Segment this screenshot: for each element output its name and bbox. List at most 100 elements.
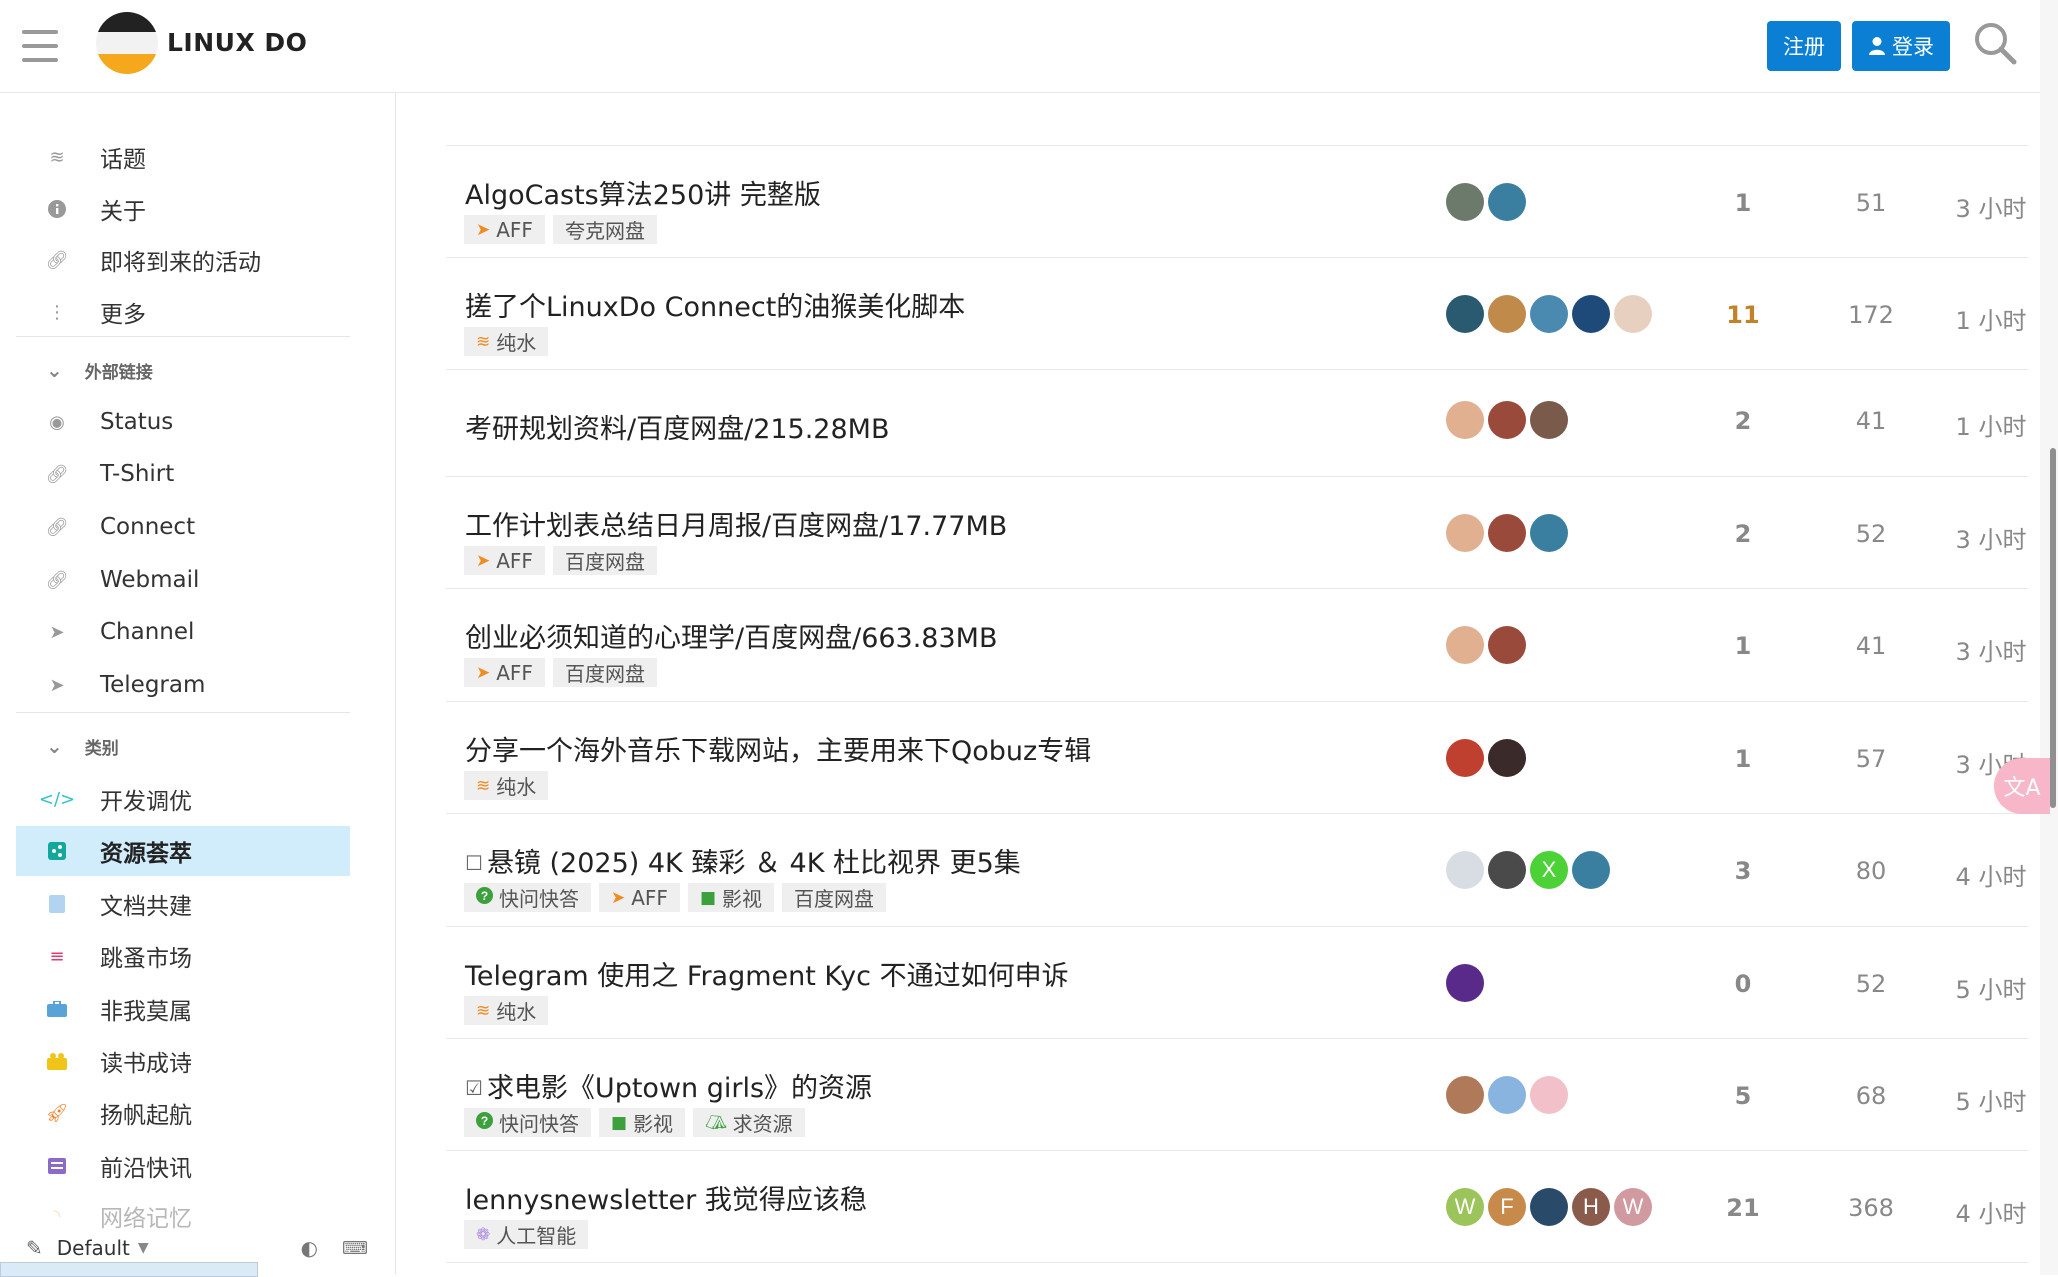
activity-time[interactable]: 4 小时 [1921, 1194, 2058, 1229]
topic-row[interactable]: 搓了个LinuxDo Connect的油猴美化脚本 ≋ 纯水 11 172 1 小时 [446, 257, 2028, 370]
avatar[interactable]: W [1446, 1188, 1484, 1226]
activity-time[interactable]: 3 小时 [1921, 189, 2058, 224]
avatar[interactable] [1488, 851, 1526, 889]
tag[interactable]: ? 快问快答 [464, 883, 591, 912]
sidebar-item-tshirt[interactable]: 🔗︎ T-Shirt [16, 449, 350, 499]
avatar[interactable] [1446, 626, 1484, 664]
sidebar-item-topics[interactable]: ≋ 话题 [16, 132, 350, 182]
site-name[interactable]: LINUX DO [167, 28, 307, 57]
tag[interactable]: ≋ 纯水 [464, 996, 549, 1025]
sidebar-item-events[interactable]: 🔗︎ 即将到来的活动 [16, 235, 350, 285]
topic-title[interactable]: 分享一个海外音乐下载网站，主要用来下Qobuz专辑 [465, 729, 1091, 768]
sidebar-item-jobs[interactable]: 非我莫属 [16, 984, 350, 1034]
login-button[interactable]: 登录 [1852, 21, 1950, 71]
avatar[interactable] [1446, 401, 1484, 439]
sidebar-item-webmail[interactable]: 🔗︎ Webmail [16, 555, 350, 605]
tag[interactable]: ⛺︎ 求资源 [693, 1108, 805, 1137]
search-icon[interactable] [1972, 20, 2018, 66]
sidebar-item-news[interactable]: 前沿快讯 [16, 1141, 350, 1191]
tag[interactable]: ➤ AFF [464, 658, 545, 687]
tag[interactable]: ≋ 纯水 [464, 771, 549, 800]
avatar[interactable] [1446, 295, 1484, 333]
avatar[interactable] [1488, 739, 1526, 777]
topic-row[interactable]: 创业必须知道的心理学/百度网盘/663.83MB ➤ AFF 百度网盘 1 41 3 小时 [446, 588, 2028, 702]
tag[interactable]: 百度网盘 [782, 883, 887, 912]
sidebar-item-reading[interactable]: 读书成诗 [16, 1036, 350, 1086]
avatar[interactable] [1530, 1076, 1568, 1114]
sidebar-item-market[interactable]: ≡ 跳蚤市场 [16, 931, 350, 981]
avatar[interactable] [1530, 514, 1568, 552]
sidebar-item-status[interactable]: ◉ Status [16, 397, 350, 447]
avatar[interactable] [1614, 295, 1652, 333]
topic-title[interactable]: 搓了个LinuxDo Connect的油猴美化脚本 [465, 285, 965, 324]
tag[interactable]: ➤ AFF [599, 883, 680, 912]
tag[interactable]: ≋ 纯水 [464, 327, 549, 356]
activity-time[interactable]: 3 小时 [1921, 520, 2058, 555]
avatar[interactable] [1488, 1076, 1526, 1114]
activity-time[interactable]: 1 小时 [1921, 407, 2058, 442]
sidebar-item-about[interactable]: 关于 [16, 184, 350, 234]
topic-row[interactable]: 考研规划资料/百度网盘/215.28MB 2 41 1 小时 [446, 369, 2028, 477]
section-categories[interactable]: ⌄ 类别 [16, 726, 350, 766]
avatar[interactable] [1446, 851, 1484, 889]
tag[interactable]: ➤ AFF [464, 215, 545, 244]
activity-time[interactable]: 4 小时 [1921, 857, 2058, 892]
avatar[interactable] [1530, 295, 1568, 333]
signup-button[interactable]: 注册 [1767, 21, 1841, 71]
topic-row[interactable]: ☐ 悬镜 (2025) 4K 臻彩 ＆ 4K 杜比视界 更5集? 快问快答 ➤ AFF ■… [446, 813, 2028, 927]
avatar[interactable] [1488, 514, 1526, 552]
scrollbar-thumb[interactable] [2050, 448, 2056, 808]
avatar[interactable] [1488, 183, 1526, 221]
avatar[interactable] [1530, 401, 1568, 439]
avatar[interactable] [1488, 401, 1526, 439]
avatar[interactable] [1446, 739, 1484, 777]
sidebar-item-more[interactable]: ⋮ 更多 [16, 287, 350, 337]
tag[interactable]: 百度网盘 [552, 546, 657, 575]
avatar[interactable] [1572, 851, 1610, 889]
activity-time[interactable]: 3 小时 [1921, 632, 2058, 667]
tag[interactable]: 百度网盘 [552, 658, 657, 687]
topic-row[interactable]: 分享一个海外音乐下载网站，主要用来下Qobuz专辑 ≋ 纯水 1 57 3 小时 [446, 701, 2028, 814]
topic-title[interactable]: 考研规划资料/百度网盘/215.28MB [465, 407, 890, 446]
dark-mode-toggle-icon[interactable]: ◐ [301, 1236, 318, 1260]
avatar[interactable]: X [1530, 851, 1568, 889]
activity-time[interactable]: 1 小时 [1921, 301, 2058, 336]
tag[interactable]: ? 快问快答 [464, 1108, 591, 1137]
tag[interactable]: 夸克网盘 [552, 215, 657, 244]
topic-row[interactable]: ☑ 求电影《Uptown girls》的资源? 快问快答 ■ 影视 ⛺︎ 求资源 5 68 5 小… [446, 1038, 2028, 1151]
section-external-links[interactable]: ⌄ 外部链接 [16, 350, 350, 390]
topic-title[interactable]: ☑ 求电影《Uptown girls》的资源 [465, 1066, 872, 1105]
avatar[interactable] [1530, 1188, 1568, 1226]
avatar[interactable] [1488, 626, 1526, 664]
sidebar-item-connect[interactable]: 🔗︎ Connect [16, 502, 350, 552]
avatar[interactable] [1446, 183, 1484, 221]
avatar[interactable] [1446, 1076, 1484, 1114]
avatar[interactable]: W [1614, 1188, 1652, 1226]
topic-row[interactable]: AlgoCasts算法250讲 完整版 ➤ AFF 夸克网盘 1 51 3 小时 [446, 145, 2028, 258]
tag[interactable]: ■ 影视 [687, 883, 775, 912]
topic-title[interactable]: AlgoCasts算法250讲 完整版 [465, 173, 821, 212]
tag[interactable]: ❁人工智能 [464, 1220, 589, 1249]
tag[interactable]: ■ 影视 [599, 1108, 686, 1137]
avatar[interactable] [1446, 514, 1484, 552]
keyboard-icon[interactable]: ⌨ [342, 1238, 368, 1259]
topic-title[interactable]: 工作计划表总结日月周报/百度网盘/17.77MB [465, 504, 1007, 543]
sidebar-item-dev[interactable]: </> 开发调优 [16, 774, 350, 824]
avatar[interactable]: F [1488, 1188, 1526, 1226]
sidebar-item-telegram[interactable]: ➤ Telegram [16, 660, 350, 710]
activity-time[interactable]: 5 小时 [1921, 1082, 2058, 1117]
hamburger-menu-icon[interactable] [22, 30, 58, 62]
activity-time[interactable]: 5 小时 [1921, 970, 2058, 1005]
topic-row[interactable]: Telegram 使用之 Fragment Kyc 不通过如何申诉 ≋ 纯水 0 52 5… [446, 926, 2028, 1039]
translate-icon[interactable]: 文A [1994, 758, 2050, 814]
avatar[interactable] [1488, 295, 1526, 333]
caret-down-icon[interactable]: ▼ [138, 1240, 149, 1256]
site-logo[interactable] [96, 12, 158, 74]
avatar[interactable]: H [1572, 1188, 1610, 1226]
topic-title[interactable]: Telegram 使用之 Fragment Kyc 不通过如何申诉 [465, 954, 1069, 993]
topic-row[interactable]: 工作计划表总结日月周报/百度网盘/17.77MB ➤ AFF 百度网盘 2 52 3 小时 [446, 476, 2028, 589]
avatar[interactable] [1572, 295, 1610, 333]
topic-row[interactable]: lennysnewsletter 我觉得应该稳 ❁ 人工智能 W F H W 21 368 4 小… [446, 1150, 2028, 1263]
sidebar-item-channel[interactable]: ➤ Channel [16, 607, 350, 657]
topic-title[interactable]: 创业必须知道的心理学/百度网盘/663.83MB [465, 616, 998, 655]
